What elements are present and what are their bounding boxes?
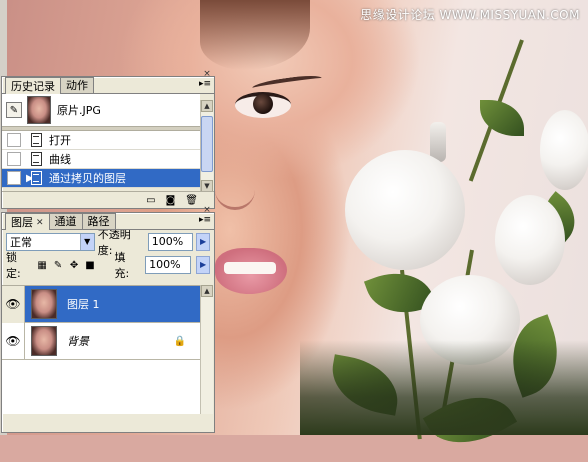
layer-row-selected[interactable]: 👁 图层 1 xyxy=(2,285,200,323)
history-brush-source-icon[interactable]: ✎ xyxy=(6,102,22,118)
tab-label: 图层 xyxy=(11,215,33,229)
snapshot-name: 原片.JPG xyxy=(57,104,101,117)
watermark-text: 思缘设计论坛 WWW.MISSYUAN.COM xyxy=(360,8,580,22)
history-state-label: 通过拷贝的图层 xyxy=(49,172,126,185)
blend-row: 正常 ▼ 不透明度: 100% ▶ xyxy=(2,228,214,257)
snapshot-thumbnail xyxy=(27,96,51,124)
lock-transparent-pixels-icon[interactable]: ▦ xyxy=(37,260,48,271)
tab-label: 路径 xyxy=(87,215,110,228)
tab-layers[interactable]: 图层 ✕ xyxy=(5,213,50,230)
white-rose xyxy=(495,195,565,285)
eye-visibility-icon[interactable]: 👁 xyxy=(2,322,25,360)
fill-input[interactable]: 100% xyxy=(145,256,192,274)
layers-tabbar: 图层 ✕ 通道 路径 ▸≡ xyxy=(2,213,214,230)
lock-position-icon[interactable]: ✥ xyxy=(69,260,80,271)
photo-hair xyxy=(200,0,310,70)
fill-label: 填充: xyxy=(114,251,130,280)
history-snapshot[interactable]: ✎ 原片.JPG xyxy=(2,94,200,127)
lock-all-icon[interactable]: ■ xyxy=(85,260,96,271)
tab-label: 通道 xyxy=(54,215,77,228)
eye-visibility-icon[interactable]: 👁 xyxy=(2,285,25,323)
history-state[interactable]: 曲线 xyxy=(2,150,200,169)
layer-name: 图层 1 xyxy=(67,298,100,311)
layer-name: 背景 xyxy=(67,335,89,348)
lock-label: 锁定: xyxy=(6,251,21,280)
history-scrollbar[interactable]: ▲ ▼ xyxy=(200,100,213,192)
photo-pupil xyxy=(253,94,273,114)
history-source-checkbox[interactable] xyxy=(7,133,21,147)
scroll-thumb[interactable] xyxy=(201,116,213,172)
lock-icon: 🔒 xyxy=(173,335,186,347)
layers-scrollbar[interactable]: ▲ xyxy=(200,285,213,414)
history-footer: ▭ ◙ 🗑 xyxy=(2,191,214,208)
blend-mode-value: 正常 xyxy=(10,236,32,249)
chevron-down-icon[interactable]: ▼ xyxy=(79,234,94,250)
photo-eyebrow xyxy=(251,73,323,93)
document-state-icon xyxy=(29,133,43,147)
history-tabbar: 历史记录 动作 ▸≡ xyxy=(2,77,214,94)
opacity-input[interactable]: 100% xyxy=(147,233,194,251)
fill-slider-button[interactable]: ▶ xyxy=(196,256,210,274)
tab-actions[interactable]: 动作 xyxy=(60,77,94,93)
tab-channels[interactable]: 通道 xyxy=(48,213,83,229)
panel-menu-icon[interactable]: ▸≡ xyxy=(199,215,211,225)
photo-teeth xyxy=(224,262,276,274)
history-state-label: 曲线 xyxy=(49,153,71,166)
white-rose xyxy=(345,150,465,270)
scroll-up-icon[interactable]: ▲ xyxy=(201,100,213,112)
history-state-list: 打开 曲线 ▶ 通过拷贝的图层 xyxy=(2,131,200,188)
tab-label: 历史记录 xyxy=(11,79,55,93)
history-source-checkbox[interactable] xyxy=(7,152,21,166)
history-state[interactable]: 打开 xyxy=(2,131,200,150)
history-state-selected[interactable]: ▶ 通过拷贝的图层 xyxy=(2,169,200,188)
lock-image-pixels-icon[interactable]: ✎ xyxy=(53,260,64,271)
opacity-slider-button[interactable]: ▶ xyxy=(196,233,210,251)
panel-menu-icon[interactable]: ▸≡ xyxy=(199,79,211,89)
layer-row[interactable]: 👁 背景 🔒 xyxy=(2,322,200,360)
camera-snapshot-icon[interactable]: ◙ xyxy=(166,195,176,206)
trash-icon[interactable]: 🗑 xyxy=(185,195,198,206)
tab-label: 动作 xyxy=(66,79,88,92)
tab-close-icon[interactable]: ✕ xyxy=(36,216,44,230)
layer-thumbnail xyxy=(31,326,57,356)
white-rose xyxy=(540,110,588,190)
history-state-label: 打开 xyxy=(49,134,71,147)
photo-dark-foliage xyxy=(300,340,588,435)
layers-panel: × 图层 ✕ 通道 路径 ▸≡ 正常 ▼ 不透明度: 100% ▶ 锁定: ▦ … xyxy=(1,206,215,433)
tab-history[interactable]: 历史记录 xyxy=(5,77,61,94)
layer-via-copy-state-icon xyxy=(29,171,43,185)
photo-nose xyxy=(215,170,255,210)
tab-paths[interactable]: 路径 xyxy=(81,213,116,229)
scroll-up-icon[interactable]: ▲ xyxy=(201,285,213,297)
layer-thumbnail xyxy=(31,289,57,319)
curves-state-icon xyxy=(29,152,43,166)
history-panel: × 历史记录 动作 ▸≡ ✎ 原片.JPG 打开 曲线 ▶ 通过拷贝的图层 ▲ … xyxy=(1,70,215,209)
history-source-checkbox[interactable] xyxy=(7,171,21,185)
new-document-from-state-icon[interactable]: ▭ xyxy=(146,195,155,206)
layer-list: 👁 图层 1 👁 背景 🔒 xyxy=(2,285,200,414)
